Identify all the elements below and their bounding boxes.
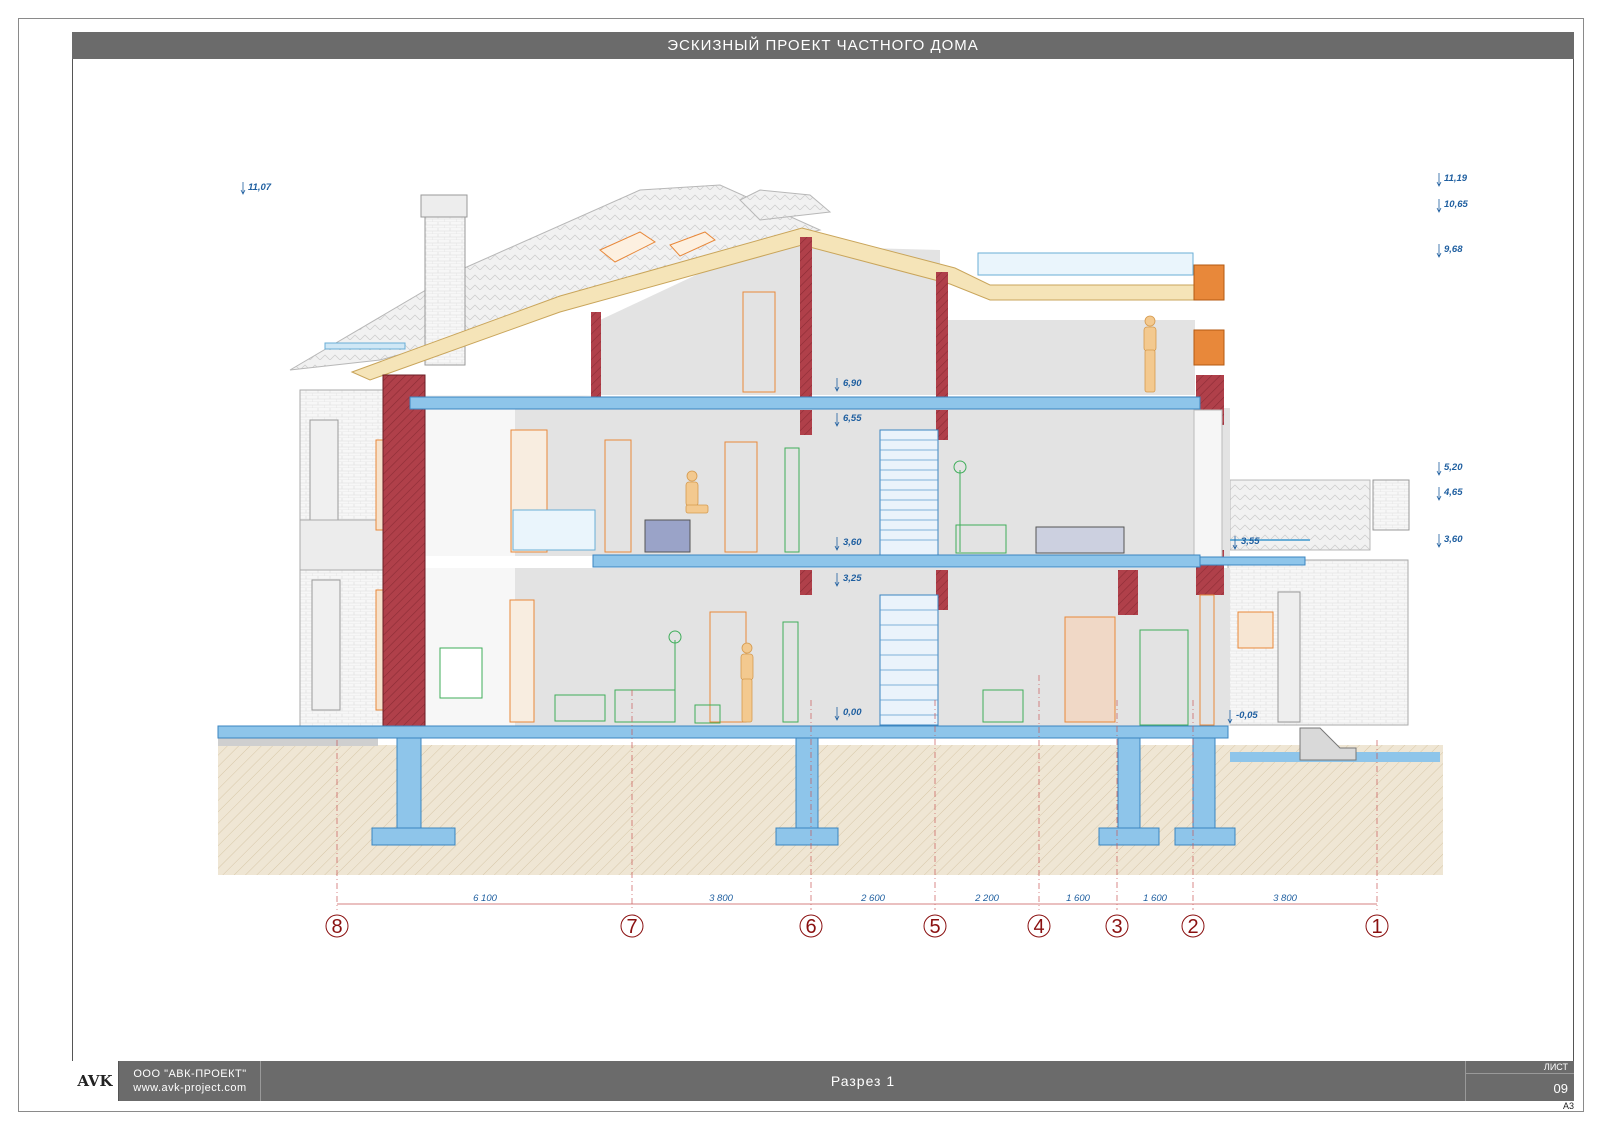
level-3-25: 3,25 xyxy=(843,573,862,584)
sheet-number: 09 xyxy=(1553,1081,1568,1096)
sheet-name: Разрез 1 xyxy=(262,1061,1464,1101)
level-6-90: 6,90 xyxy=(843,378,862,389)
level-9-68: 9,68 xyxy=(1444,244,1463,255)
paper-format: А3 xyxy=(1562,1101,1574,1111)
level-11-19: 11,19 xyxy=(1444,173,1468,184)
axis-label-4: 4 xyxy=(1033,916,1044,938)
title-bar: ЭСКИЗНЫЙ ПРОЕКТ ЧАСТНОГО ДОМА xyxy=(72,32,1574,59)
section-drawing: 6 100 3 800 2 600 2 200 1 600 1 600 3 80… xyxy=(217,173,1468,938)
axis-label-6: 6 xyxy=(805,916,816,938)
level-3-60-right: 3,60 xyxy=(1444,534,1463,545)
title-block: AVK ООО "АВК-ПРОЕКТ" www.avk-project.com… xyxy=(72,1061,1574,1101)
axis-label-3: 3 xyxy=(1111,916,1122,938)
level-3-60: 3,60 xyxy=(843,537,862,548)
dim-2-1: 3 800 xyxy=(1273,893,1297,904)
dim-8-7: 6 100 xyxy=(473,893,497,904)
dim-5-4: 2 200 xyxy=(974,893,999,904)
level-5-20: 5,20 xyxy=(1444,462,1463,473)
axis-label-5: 5 xyxy=(929,916,940,938)
axis-markers xyxy=(325,914,1389,938)
dim-3-2: 1 600 xyxy=(1143,893,1167,904)
right-annex xyxy=(1227,539,1409,761)
axis-label-2: 2 xyxy=(1187,916,1198,938)
axis-label-8: 8 xyxy=(331,916,342,938)
sheet-name-text: Разрез 1 xyxy=(830,1073,896,1089)
level-3-55: 3,55 xyxy=(1241,536,1260,547)
level-4-65: 4,65 xyxy=(1443,487,1463,498)
level-minus-0-05: -0,05 xyxy=(1236,710,1258,721)
dim-7-6: 3 800 xyxy=(709,893,733,904)
dim-6-5: 2 600 xyxy=(860,893,885,904)
level-6-55: 6,55 xyxy=(843,413,862,424)
sheet-box-divider xyxy=(1466,1073,1574,1074)
level-0-00: 0,00 xyxy=(843,707,862,718)
page-title: ЭСКИЗНЫЙ ПРОЕКТ ЧАСТНОГО ДОМА xyxy=(667,37,979,54)
company-website[interactable]: www.avk-project.com xyxy=(133,1081,246,1095)
axis-label-1: 1 xyxy=(1371,916,1382,938)
sheet-label: ЛИСТ xyxy=(1543,1062,1568,1072)
company-logo: AVK xyxy=(72,1061,119,1101)
company-name: ООО "АВК-ПРОЕКТ" xyxy=(133,1068,247,1080)
axis-labels: 8 7 6 5 4 3 2 1 xyxy=(331,916,1382,938)
company-info: ООО "АВК-ПРОЕКТ" www.avk-project.com xyxy=(120,1061,261,1101)
axis-label-7: 7 xyxy=(626,916,637,938)
sheet-number-box: ЛИСТ 09 xyxy=(1465,1061,1574,1101)
dim-4-3: 1 600 xyxy=(1066,893,1090,904)
logo-text: AVK xyxy=(77,1072,113,1090)
level-left-11-07: 11,07 xyxy=(248,182,272,193)
level-10-65: 10,65 xyxy=(1444,199,1468,210)
dimension-labels: 6 100 3 800 2 600 2 200 1 600 1 600 3 80… xyxy=(473,893,1297,904)
